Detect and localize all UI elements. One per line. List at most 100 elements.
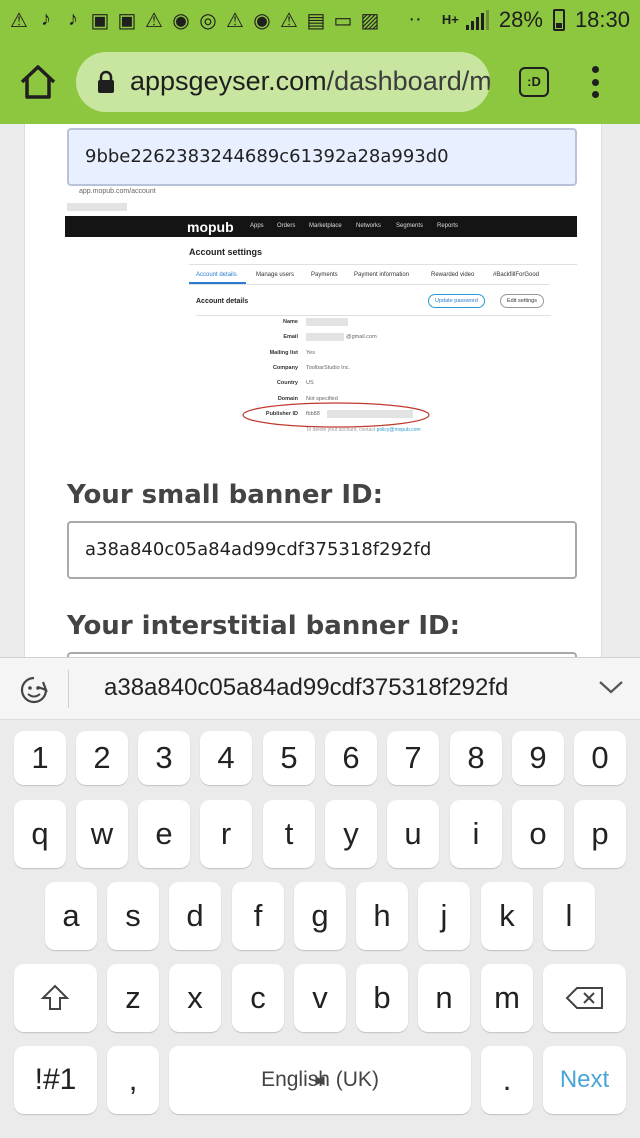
key-9[interactable]: 9	[512, 731, 564, 785]
shot-row-value: Yes	[306, 350, 315, 356]
shot-row-label: Mailing list	[269, 350, 298, 356]
address-bar[interactable]: appsgeyser.com/dashboard/m	[76, 52, 490, 112]
shot-row-value: ToolbarStudio Inc.	[306, 365, 351, 371]
comma-key[interactable]: ,	[107, 1046, 159, 1114]
caret-right-icon: ▶	[315, 1073, 325, 1087]
key-d[interactable]: d	[169, 882, 221, 950]
shift-icon	[40, 984, 70, 1010]
key-z[interactable]: z	[107, 964, 159, 1032]
publisher-id-field[interactable]: 9bbe2262383244689c61392a28a993d0	[67, 128, 577, 186]
bag-icon: ▣	[117, 10, 137, 32]
key-w[interactable]: w	[76, 800, 128, 868]
shot-tab: Rewarded video	[431, 272, 475, 278]
folder-icon: ▭	[333, 10, 353, 32]
key-1[interactable]: 1	[14, 731, 66, 785]
key-0[interactable]: 0	[574, 731, 626, 785]
shot-url: app.mopub.com/account	[79, 188, 156, 195]
content-card: 9bbe2262383244689c61392a28a993d0 app.mop…	[24, 124, 602, 657]
key-p[interactable]: p	[574, 800, 626, 868]
redacted-block	[67, 203, 127, 211]
extension-button[interactable]: :D	[519, 67, 549, 97]
key-n[interactable]: n	[418, 964, 470, 1032]
key-c[interactable]: c	[232, 964, 284, 1032]
shot-tab: Manage users	[256, 272, 295, 278]
key-v[interactable]: v	[294, 964, 346, 1032]
key-r[interactable]: r	[200, 800, 252, 868]
clipboard-icon: ▤	[306, 10, 326, 32]
key-o[interactable]: o	[512, 800, 564, 868]
key-u[interactable]: u	[387, 800, 439, 868]
url-domain: appsgeyser.com	[130, 66, 327, 96]
key-m[interactable]: m	[481, 964, 533, 1032]
shot-nav-item: Reports	[437, 223, 459, 229]
shot-row-label: Company	[272, 365, 298, 371]
battery-icon	[552, 9, 565, 31]
network-type: H+	[441, 12, 459, 27]
shot-nav-item: Orders	[277, 223, 296, 229]
period-key[interactable]: .	[481, 1046, 533, 1114]
key-e[interactable]: e	[138, 800, 190, 868]
key-5[interactable]: 5	[263, 731, 315, 785]
shot-update-password: Update password	[428, 294, 485, 308]
space-key[interactable]: ◀ English (UK) ▶	[169, 1046, 471, 1114]
suggestion-text[interactable]: a38a840c05a84ad99cdf375318f292fd	[104, 674, 508, 702]
key-g[interactable]: g	[294, 882, 346, 950]
shot-row-value: US	[306, 380, 314, 386]
key-s[interactable]: s	[107, 882, 159, 950]
key-h[interactable]: h	[356, 882, 408, 950]
clock: 18:30	[574, 7, 630, 32]
small-banner-label: Your small banner ID:	[67, 480, 384, 510]
key-t[interactable]: t	[263, 800, 315, 868]
divider	[189, 264, 577, 265]
bag-icon: ▣	[90, 10, 110, 32]
key-7[interactable]: 7	[387, 731, 439, 785]
chevron-down-icon[interactable]	[598, 678, 624, 696]
key-3[interactable]: 3	[138, 731, 190, 785]
notification-icons: ⚠ ♪ ♪ ▣ ▣ ⚠ ◉ ◎ ⚠ ◉ ⚠ ▤ ▭ ▨ ··	[8, 8, 426, 33]
backspace-key[interactable]	[543, 964, 626, 1032]
key-y[interactable]: y	[325, 800, 377, 868]
home-icon[interactable]	[18, 62, 58, 102]
tiktok-icon: ♪	[41, 8, 51, 30]
symbols-key[interactable]: !#1	[14, 1046, 97, 1114]
image-icon: ▨	[360, 10, 380, 32]
key-l[interactable]: l	[543, 882, 595, 950]
warning-icon: ⚠	[280, 10, 298, 32]
warning-icon: ⚠	[145, 10, 163, 32]
key-2[interactable]: 2	[76, 731, 128, 785]
key-8[interactable]: 8	[450, 731, 502, 785]
divider	[189, 284, 549, 285]
more-menu-icon[interactable]	[592, 66, 600, 98]
emoji-refresh-icon[interactable]	[18, 674, 50, 706]
shot-tab: #BackfillForGood	[493, 272, 540, 278]
more-notifications-icon: ··	[408, 8, 422, 30]
tiktok-icon: ♪	[68, 8, 78, 30]
key-i[interactable]: i	[450, 800, 502, 868]
shot-footer: To delete your account, contact policy@m…	[306, 427, 421, 433]
mopub-logo: mopub	[187, 219, 234, 235]
key-j[interactable]: j	[418, 882, 470, 950]
next-key[interactable]: Next	[543, 1046, 626, 1114]
shot-edit-settings: Edit settings	[500, 294, 544, 308]
small-banner-field[interactable]: a38a840c05a84ad99cdf375318f292fd	[67, 521, 577, 579]
page-content: 9bbe2262383244689c61392a28a993d0 app.mop…	[0, 124, 640, 657]
key-b[interactable]: b	[356, 964, 408, 1032]
key-6[interactable]: 6	[325, 731, 377, 785]
battery-percent: 28%	[498, 7, 543, 32]
shot-tab: Payment information	[354, 272, 410, 278]
messenger-icon: ◉	[172, 10, 190, 32]
key-4[interactable]: 4	[200, 731, 252, 785]
key-a[interactable]: a	[45, 882, 97, 950]
key-f[interactable]: f	[232, 882, 284, 950]
key-x[interactable]: x	[169, 964, 221, 1032]
shot-footer-text: To delete your account, contact	[306, 427, 376, 433]
shot-row-value: @gmail.com	[346, 334, 377, 340]
warning-icon: ⚠	[10, 10, 28, 32]
key-k[interactable]: k	[481, 882, 533, 950]
highlight-oval	[242, 402, 430, 428]
key-q[interactable]: q	[14, 800, 66, 868]
url-text[interactable]: appsgeyser.com/dashboard/m	[130, 66, 490, 97]
shift-key[interactable]	[14, 964, 97, 1032]
shot-nav-item: Segments	[396, 223, 424, 229]
messenger-icon: ◉	[253, 10, 271, 32]
